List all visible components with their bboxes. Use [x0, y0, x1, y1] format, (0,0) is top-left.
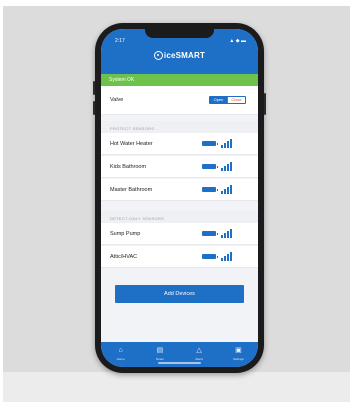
bell-icon: △ — [196, 347, 202, 354]
valve-toggle[interactable]: Open Close — [209, 96, 246, 104]
sensor-name: Hot Water Heater — [110, 141, 153, 147]
tab-label: Settings — [232, 357, 244, 361]
sensor-name: Master Bathroom — [110, 187, 153, 193]
home-icon: ⌂ — [118, 347, 123, 354]
tab-label: Home — [116, 357, 125, 361]
signal-icon — [221, 138, 235, 148]
battery-icon — [202, 187, 218, 192]
logo-text: iceSMART — [163, 51, 206, 60]
battery-icon — [202, 254, 218, 259]
add-devices-button[interactable]: Add Devices — [115, 285, 244, 303]
tab-label: Alerts — [195, 357, 203, 361]
sensor-row[interactable]: Master Bathroom — [101, 179, 258, 201]
valve-close-option[interactable]: Close — [227, 97, 245, 103]
signal-icon — [221, 228, 235, 238]
signal-icon — [221, 184, 235, 194]
settings-icon: ▣ — [235, 347, 242, 354]
home-indicator — [158, 362, 201, 364]
sensor-name: Sump Pump — [110, 231, 141, 237]
battery-icon — [202, 231, 218, 236]
sensor-row[interactable]: Sump Pump — [101, 223, 258, 245]
valve-label: Valve — [110, 97, 124, 103]
tab-home[interactable]: ⌂ Home — [101, 342, 140, 367]
sensor-name: Attic/HVAC — [110, 254, 138, 260]
battery-icon — [202, 141, 218, 146]
phone-frame: 2:17 ▲ ◆ ▬ iceSMART System OK Valve Open… — [93, 23, 266, 373]
phone-volume-button — [93, 81, 95, 95]
valve-row: Valve Open Close — [101, 86, 258, 115]
tab-settings[interactable]: ▣ Settings — [219, 342, 258, 367]
section-header-detect-only-sensors: DETECT-ONLY SENSORS — [101, 211, 258, 223]
sensor-row[interactable]: Attic/HVAC — [101, 246, 258, 268]
valve-open-option[interactable]: Open — [210, 97, 227, 103]
sensor-name: Kids Bathroom — [110, 164, 147, 170]
phone-notch — [145, 29, 214, 38]
phone-screen: 2:17 ▲ ◆ ▬ iceSMART System OK Valve Open… — [101, 29, 258, 367]
app-logo: iceSMART — [101, 51, 258, 60]
sensor-row[interactable]: Kids Bathroom — [101, 156, 258, 178]
sensor-row[interactable]: Hot Water Heater — [101, 133, 258, 155]
status-icons: ▲ ◆ ▬ — [229, 38, 246, 44]
signal-icon — [221, 161, 235, 171]
app-header: 2:17 ▲ ◆ ▬ iceSMART — [101, 29, 258, 74]
system-status-banner: System OK — [101, 74, 258, 86]
tab-label: Notes — [155, 357, 164, 361]
section-header-protect-sensors: PROTECT SENSORS — [101, 121, 258, 133]
phone-volume-button — [93, 101, 95, 115]
photo-backdrop-base — [3, 372, 350, 402]
logo-drop-icon — [153, 51, 163, 60]
phone-power-button — [264, 93, 266, 115]
notes-icon: ▤ — [156, 347, 164, 354]
battery-icon — [202, 164, 218, 169]
signal-icon — [221, 251, 235, 261]
status-time: 2:17 — [115, 38, 125, 44]
